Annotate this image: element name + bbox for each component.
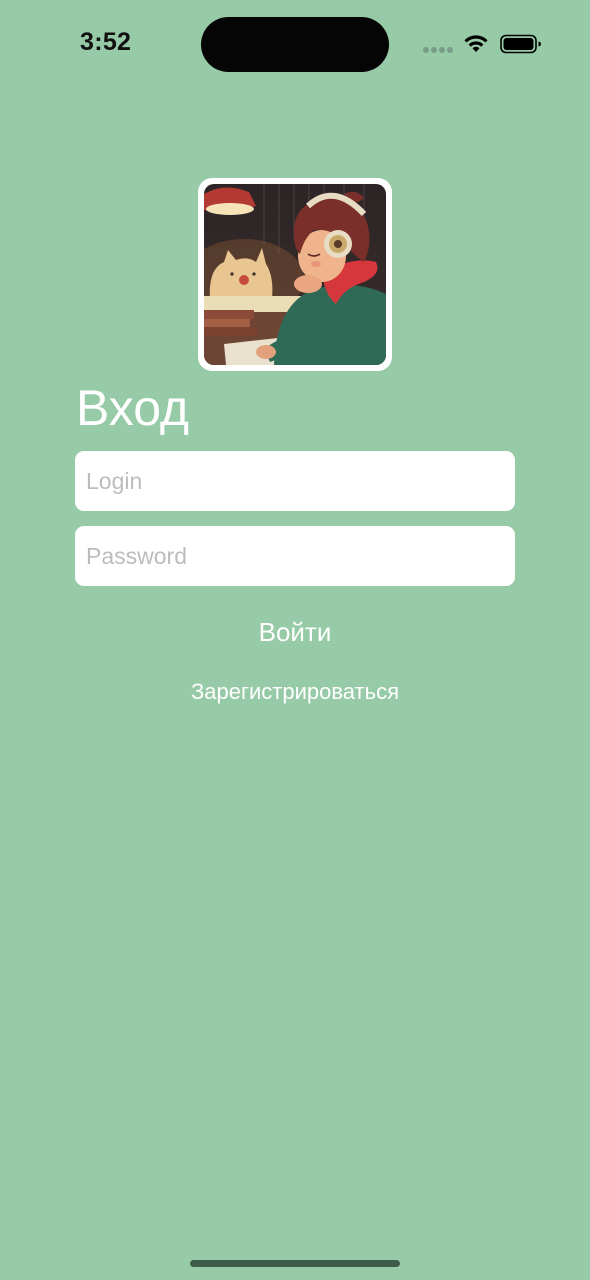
app-logo-image <box>198 178 392 371</box>
password-input[interactable] <box>75 526 515 586</box>
page-title: Вход <box>76 380 190 436</box>
login-screen: 3:52 Вход Login Войти Зарегистрироваться <box>0 0 590 1280</box>
lofi-girl-illustration <box>204 184 386 365</box>
cellular-signal-icon <box>423 47 453 53</box>
status-time: 3:52 <box>80 28 132 56</box>
home-indicator[interactable] <box>190 1260 400 1267</box>
login-button[interactable]: Войти <box>0 612 590 652</box>
wifi-icon <box>464 35 488 52</box>
register-button[interactable]: Зарегистрироваться <box>0 674 590 710</box>
dynamic-island <box>201 17 389 72</box>
battery-icon <box>500 34 541 54</box>
login-input[interactable] <box>75 451 515 511</box>
